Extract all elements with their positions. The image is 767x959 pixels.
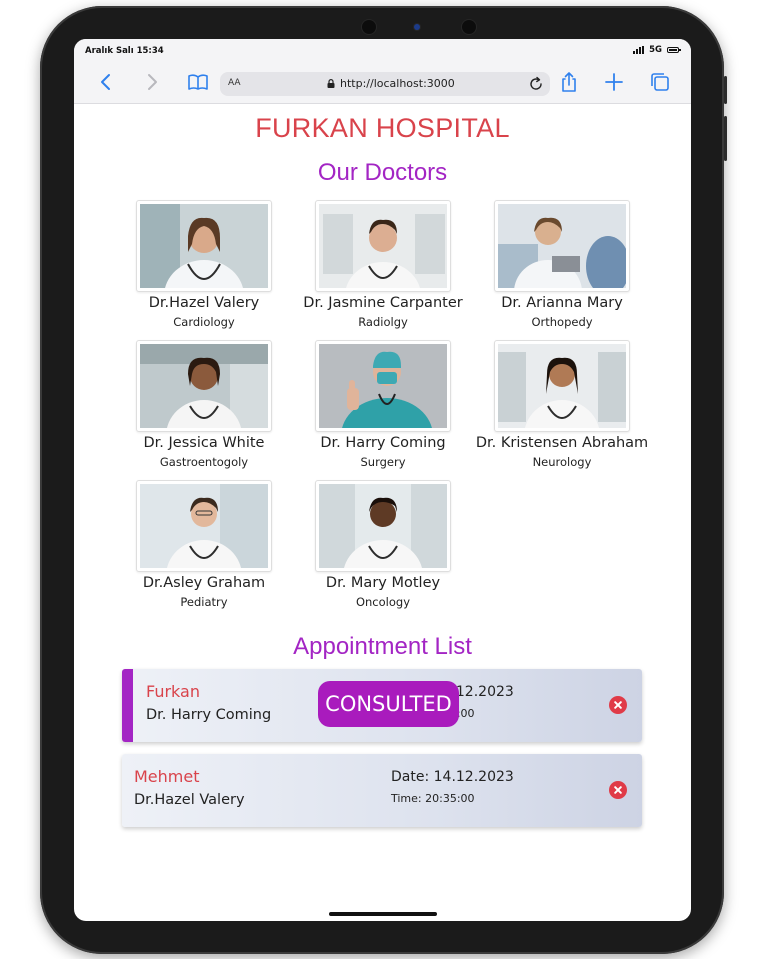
appointment-card[interactable]: Mehmet Dr.Hazel Valery Date: 14.12.2023 … — [122, 754, 642, 827]
doctor-photo — [494, 200, 630, 292]
appointment-date: Date: 14.12.2023 — [391, 769, 514, 785]
consulted-badge: CONSULTED — [318, 681, 459, 727]
reload-icon[interactable] — [528, 76, 544, 92]
doctor-card[interactable]: Dr. Jasmine Carpanter Radiolgy — [293, 200, 473, 329]
appointment-doctor: Dr. Harry Coming — [146, 707, 272, 723]
status-time: Aralık Salı 15:34 — [85, 46, 164, 56]
appointments-heading: Appointment List — [293, 633, 472, 660]
doctor-specialty: Orthopedy — [531, 315, 593, 329]
delete-circle-icon[interactable] — [609, 696, 627, 714]
doctor-specialty: Surgery — [360, 455, 406, 469]
doctor-card[interactable]: Dr. Arianna Mary Orthopedy — [472, 200, 652, 329]
doctor-specialty: Radiolgy — [358, 315, 408, 329]
doctor-card[interactable]: Dr.Hazel Valery Cardiology — [114, 200, 294, 329]
screen: Aralık Salı 15:34 5G AA http://localhost… — [74, 39, 691, 921]
doctor-specialty: Pediatry — [180, 595, 228, 609]
chevron-right-icon[interactable] — [140, 70, 164, 94]
doctor-specialty: Oncology — [355, 595, 411, 609]
doctor-specialty: Neurology — [532, 455, 592, 469]
appointment-patient: Mehmet — [134, 767, 200, 786]
appointment-patient: Furkan — [146, 682, 200, 701]
tablet-device-frame: Aralık Salı 15:34 5G AA http://localhost… — [40, 6, 727, 954]
book-icon[interactable] — [186, 70, 210, 94]
home-indicator[interactable] — [329, 912, 437, 916]
page-title: FURKAN HOSPITAL — [255, 113, 510, 143]
appointment-card[interactable]: Furkan Dr. Harry Coming Date: 14.12.2023… — [122, 669, 642, 742]
doctor-name: Dr. Arianna Mary — [501, 295, 623, 311]
doctor-card[interactable]: Dr.Asley Graham Pediatry — [114, 480, 294, 609]
tabs-icon[interactable] — [648, 70, 672, 94]
network-label: 5G — [649, 45, 662, 55]
plus-icon[interactable] — [602, 70, 626, 94]
text-size-button[interactable]: AA — [228, 78, 241, 88]
doctor-card[interactable]: Dr. Kristensen Abraham Neurology — [472, 340, 652, 469]
doctor-specialty: Cardiology — [173, 315, 235, 329]
browser-toolbar: AA http://localhost:3000 — [74, 61, 691, 104]
doctor-photo — [315, 340, 451, 432]
battery-icon — [667, 47, 681, 53]
doctor-photo — [315, 480, 451, 572]
url-text: http://localhost:3000 — [340, 77, 455, 90]
appointment-time: Time: 20:35:00 — [391, 792, 475, 805]
chevron-left-icon[interactable] — [94, 70, 118, 94]
share-icon[interactable] — [557, 70, 581, 94]
doctor-name: Dr. Kristensen Abraham — [475, 435, 649, 451]
doctor-name: Dr. Harry Coming — [320, 435, 446, 451]
doctor-name: Dr.Asley Graham — [142, 575, 266, 591]
doctor-card[interactable]: Dr. Harry Coming Surgery — [293, 340, 473, 469]
camera-lens — [414, 24, 420, 30]
doctor-card[interactable]: Dr. Mary Motley Oncology — [293, 480, 473, 609]
sensor-dot — [462, 20, 476, 34]
status-bar: Aralık Salı 15:34 5G — [74, 39, 691, 61]
appointment-doctor: Dr.Hazel Valery — [134, 792, 245, 808]
doctor-name: Dr. Mary Motley — [325, 575, 441, 591]
doctor-name: Dr. Jessica White — [143, 435, 265, 451]
delete-circle-icon[interactable] — [609, 781, 627, 799]
doctor-specialty: Gastroentogoly — [159, 455, 249, 469]
lock-icon — [327, 79, 335, 88]
side-button — [724, 76, 727, 104]
address-bar[interactable]: AA http://localhost:3000 — [220, 72, 550, 96]
doctor-photo — [315, 200, 451, 292]
status-indicators: 5G — [633, 45, 681, 55]
doctor-photo — [136, 200, 272, 292]
camera-bar — [362, 18, 482, 36]
doctor-photo — [494, 340, 630, 432]
doctor-name: Dr. Jasmine Carpanter — [303, 295, 463, 311]
volume-button — [724, 116, 727, 161]
doctor-name: Dr.Hazel Valery — [148, 295, 260, 311]
doctors-heading: Our Doctors — [317, 159, 448, 186]
doctor-photo — [136, 340, 272, 432]
doctor-card[interactable]: Dr. Jessica White Gastroentogoly — [114, 340, 294, 469]
signal-icon — [633, 46, 645, 54]
selected-accent-bar — [122, 669, 133, 742]
doctor-photo — [136, 480, 272, 572]
sensor-dot — [362, 20, 376, 34]
